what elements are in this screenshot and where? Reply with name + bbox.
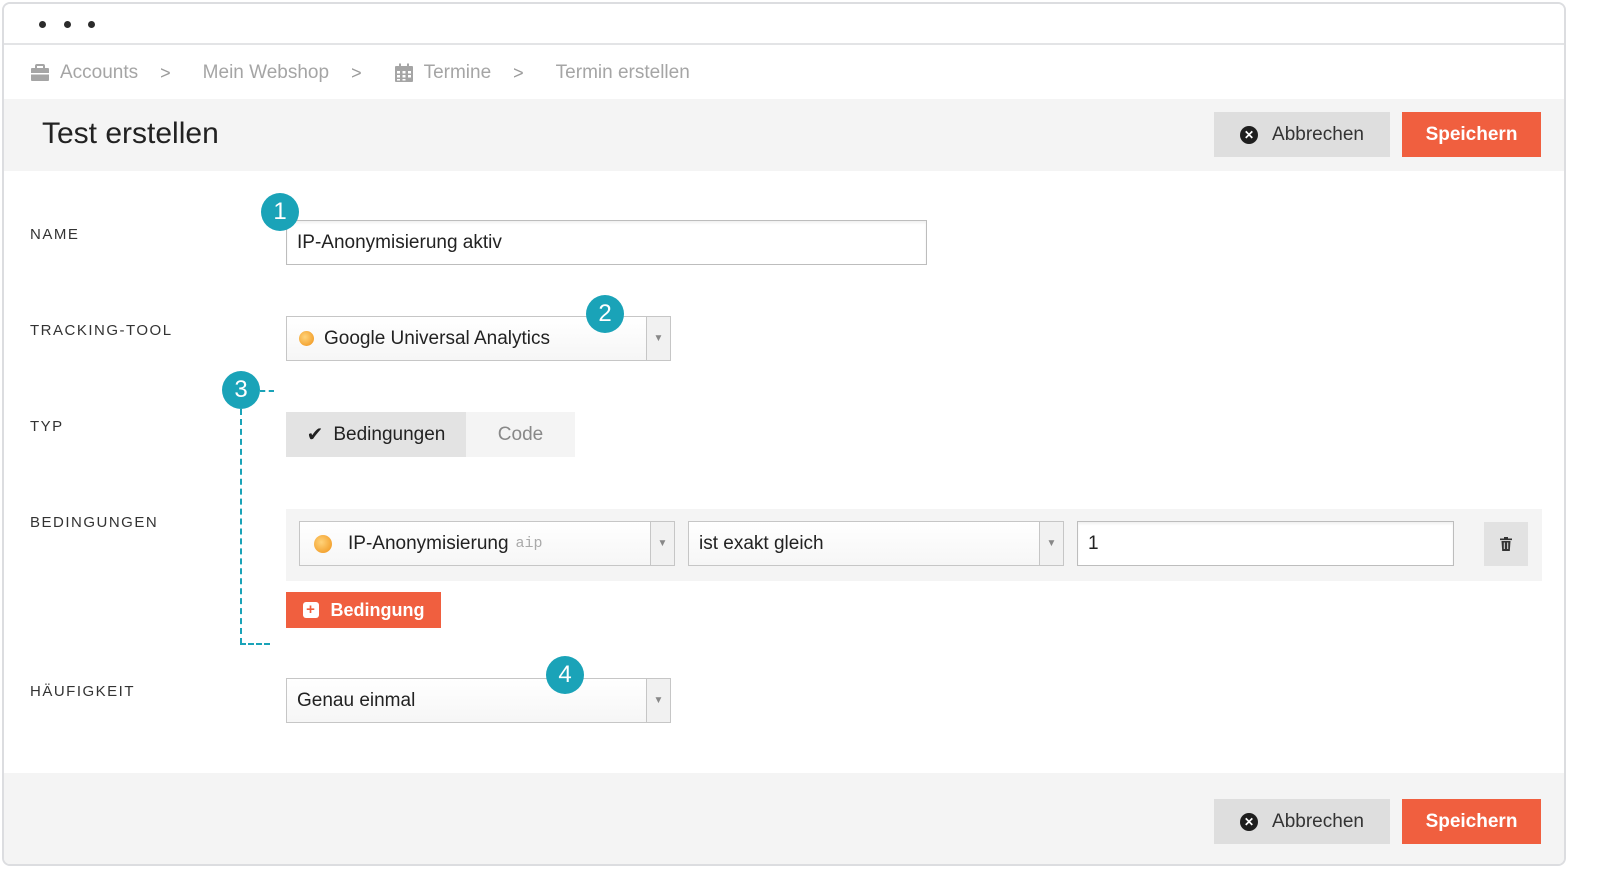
condition-operator-select[interactable]: ist exakt gleich ▼: [688, 521, 1064, 566]
window-dot[interactable]: [39, 21, 46, 28]
option-label: Bedingungen: [333, 423, 446, 445]
breadcrumb-webshop[interactable]: Mein Webshop: [203, 62, 329, 84]
app-window: Accounts > Mein Webshop > Termine > Term…: [2, 2, 1566, 866]
page-header: Test erstellen ✕ Abbrechen Speichern: [4, 99, 1564, 171]
cancel-label: Abbrechen: [1272, 123, 1364, 145]
save-button-footer[interactable]: Speichern: [1402, 799, 1541, 844]
checkmark-icon: ✔: [306, 424, 324, 446]
close-circle-icon: ✕: [1240, 125, 1259, 144]
callout-bracket: [260, 390, 274, 392]
chevron-right-icon: >: [160, 62, 171, 83]
operator-value: ist exakt gleich: [699, 532, 824, 554]
callout-bracket: [240, 643, 270, 645]
typ-toggle: ✔ Bedingungen Code: [286, 412, 575, 457]
calendar-icon: [394, 63, 413, 82]
callout-bracket: [240, 409, 242, 644]
window-dot[interactable]: [64, 21, 71, 28]
cancel-button[interactable]: ✕ Abbrechen: [1214, 112, 1390, 157]
save-button[interactable]: Speichern: [1402, 112, 1541, 157]
caret-down-icon: ▼: [646, 679, 670, 722]
condition-row: IP-Anonymisierung aip ▼ ist exakt gleich…: [286, 509, 1542, 581]
chevron-right-icon: >: [513, 62, 524, 83]
breadcrumb-termine[interactable]: Termine: [394, 62, 492, 84]
tracking-tool-value: Google Universal Analytics: [324, 327, 550, 349]
haeufigkeit-select[interactable]: Genau einmal ▼: [286, 678, 671, 723]
bedingungen-label: BEDINGUNGEN: [30, 514, 159, 531]
callout-badge-1: 1: [261, 193, 299, 231]
typ-option-bedingungen[interactable]: ✔ Bedingungen: [286, 412, 466, 457]
trash-icon: [1500, 537, 1512, 551]
plus-icon: +: [302, 602, 319, 618]
name-input[interactable]: [286, 220, 927, 265]
tracking-tool-label: TRACKING-TOOL: [30, 322, 173, 339]
cancel-button-footer[interactable]: ✕ Abbrechen: [1214, 799, 1390, 844]
breadcrumb-label: Termin erstellen: [555, 62, 690, 83]
add-condition-button[interactable]: + Bedingung: [286, 592, 441, 628]
breadcrumb: Accounts > Mein Webshop > Termine > Term…: [4, 47, 1564, 99]
breadcrumb-label: Mein Webshop: [202, 62, 330, 83]
delete-condition-button[interactable]: [1484, 522, 1528, 566]
add-condition-label: Bedingung: [330, 599, 425, 620]
typ-label: TYP: [30, 418, 64, 435]
option-label: Code: [497, 423, 544, 445]
window-dot[interactable]: [88, 21, 95, 28]
analytics-icon: [314, 534, 332, 553]
analytics-icon: [299, 331, 314, 346]
typ-option-code[interactable]: Code: [466, 412, 575, 457]
briefcase-icon: [31, 64, 49, 81]
caret-down-icon: ▼: [650, 522, 674, 565]
condition-parameter-select[interactable]: IP-Anonymisierung aip ▼: [299, 521, 675, 566]
breadcrumb-label: Accounts: [60, 62, 139, 83]
title-bar: [4, 4, 1564, 45]
chevron-right-icon: >: [351, 62, 362, 83]
page-footer: ✕ Abbrechen Speichern: [4, 773, 1564, 864]
caret-down-icon: ▼: [646, 317, 670, 360]
callout-badge-2: 2: [586, 295, 624, 333]
haeufigkeit-label: HÄUFIGKEIT: [30, 683, 136, 700]
breadcrumb-termin-erstellen[interactable]: Termin erstellen: [556, 62, 690, 84]
breadcrumb-label: Termine: [423, 62, 492, 83]
close-circle-icon: ✕: [1240, 812, 1259, 831]
breadcrumb-accounts[interactable]: Accounts: [30, 62, 138, 84]
name-label: NAME: [30, 226, 80, 243]
page-title: Test erstellen: [42, 117, 219, 150]
parameter-code: aip: [515, 535, 543, 552]
callout-badge-3: 3: [222, 371, 260, 409]
caret-down-icon: ▼: [1039, 522, 1063, 565]
callout-badge-4: 4: [546, 656, 584, 694]
cancel-label: Abbrechen: [1272, 810, 1364, 832]
condition-value-input[interactable]: [1077, 521, 1454, 566]
parameter-value: IP-Anonymisierung: [348, 532, 509, 554]
haeufigkeit-value: Genau einmal: [297, 689, 416, 711]
